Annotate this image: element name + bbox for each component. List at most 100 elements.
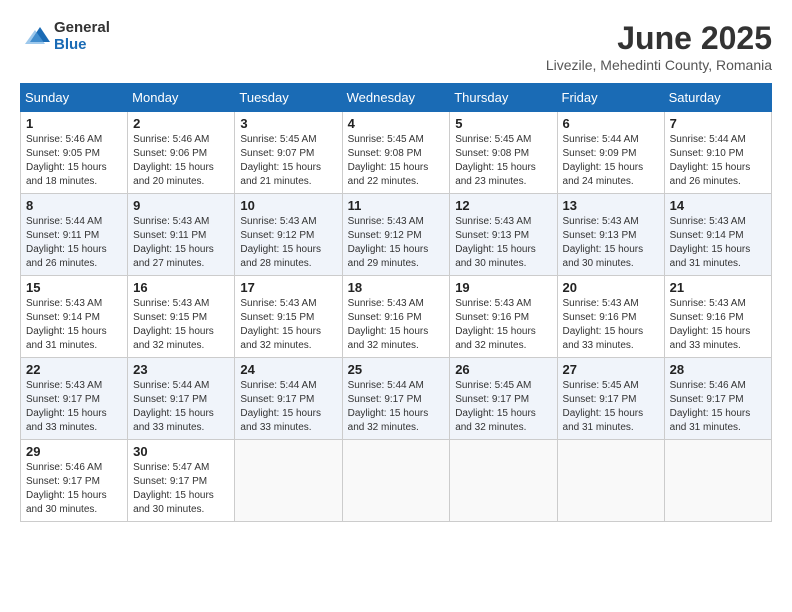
day-number: 4 bbox=[348, 116, 445, 131]
table-row: 8 Sunrise: 5:44 AMSunset: 9:11 PMDaylight… bbox=[21, 194, 128, 276]
day-number: 26 bbox=[455, 362, 551, 377]
day-info: Sunrise: 5:43 AMSunset: 9:16 PMDaylight:… bbox=[563, 297, 659, 353]
day-info: Sunrise: 5:43 AMSunset: 9:13 PMDaylight:… bbox=[455, 215, 551, 271]
day-number: 27 bbox=[563, 362, 659, 377]
day-info: Sunrise: 5:43 AMSunset: 9:11 PMDaylight:… bbox=[133, 215, 229, 271]
calendar-week-row: 22 Sunrise: 5:43 AMSunset: 9:17 PMDayligh… bbox=[21, 358, 772, 440]
day-info: Sunrise: 5:43 AMSunset: 9:14 PMDaylight:… bbox=[670, 215, 766, 271]
day-info: Sunrise: 5:44 AMSunset: 9:09 PMDaylight:… bbox=[563, 133, 659, 189]
table-row: 12Sunrise: 5:43 AMSunset: 9:13 PMDayligh… bbox=[450, 194, 557, 276]
table-row bbox=[235, 440, 342, 522]
table-row: 3 Sunrise: 5:45 AMSunset: 9:07 PMDaylight… bbox=[235, 112, 342, 194]
table-row bbox=[450, 440, 557, 522]
table-row: 2 Sunrise: 5:46 AMSunset: 9:06 PMDaylight… bbox=[128, 112, 235, 194]
day-number: 17 bbox=[240, 280, 336, 295]
col-sunday: Sunday bbox=[21, 84, 128, 112]
day-number: 29 bbox=[26, 444, 122, 459]
day-number: 8 bbox=[26, 198, 122, 213]
day-number: 23 bbox=[133, 362, 229, 377]
day-info: Sunrise: 5:44 AMSunset: 9:17 PMDaylight:… bbox=[240, 379, 336, 435]
day-number: 19 bbox=[455, 280, 551, 295]
table-row: 11 Sunrise: 5:43 AMSunset: 9:12 PMDayligh… bbox=[342, 194, 450, 276]
table-row: 5 Sunrise: 5:45 AMSunset: 9:08 PMDaylight… bbox=[450, 112, 557, 194]
day-info: Sunrise: 5:45 AMSunset: 9:17 PMDaylight:… bbox=[455, 379, 551, 435]
table-row bbox=[342, 440, 450, 522]
col-saturday: Saturday bbox=[664, 84, 771, 112]
table-row: 19Sunrise: 5:43 AMSunset: 9:16 PMDayligh… bbox=[450, 276, 557, 358]
table-row bbox=[664, 440, 771, 522]
day-number: 1 bbox=[26, 116, 122, 131]
table-row: 27 Sunrise: 5:45 AMSunset: 9:17 PMDayligh… bbox=[557, 358, 664, 440]
table-row: 13 Sunrise: 5:43 AMSunset: 9:13 PMDayligh… bbox=[557, 194, 664, 276]
day-info: Sunrise: 5:43 AMSunset: 9:13 PMDaylight:… bbox=[563, 215, 659, 271]
day-info: Sunrise: 5:44 AMSunset: 9:17 PMDaylight:… bbox=[133, 379, 229, 435]
day-info: Sunrise: 5:43 AMSunset: 9:12 PMDaylight:… bbox=[240, 215, 336, 271]
col-friday: Friday bbox=[557, 84, 664, 112]
day-info: Sunrise: 5:44 AMSunset: 9:11 PMDaylight:… bbox=[26, 215, 122, 271]
table-row: 17 Sunrise: 5:43 AMSunset: 9:15 PMDayligh… bbox=[235, 276, 342, 358]
calendar-week-row: 29Sunrise: 5:46 AMSunset: 9:17 PMDayligh… bbox=[21, 440, 772, 522]
day-info: Sunrise: 5:45 AMSunset: 9:17 PMDaylight:… bbox=[563, 379, 659, 435]
day-number: 9 bbox=[133, 198, 229, 213]
day-info: Sunrise: 5:43 AMSunset: 9:15 PMDaylight:… bbox=[133, 297, 229, 353]
table-row: 20 Sunrise: 5:43 AMSunset: 9:16 PMDayligh… bbox=[557, 276, 664, 358]
day-number: 13 bbox=[563, 198, 659, 213]
day-number: 10 bbox=[240, 198, 336, 213]
day-info: Sunrise: 5:43 AMSunset: 9:15 PMDaylight:… bbox=[240, 297, 336, 353]
day-info: Sunrise: 5:46 AMSunset: 9:05 PMDaylight:… bbox=[26, 133, 122, 189]
day-info: Sunrise: 5:43 AMSunset: 9:16 PMDaylight:… bbox=[670, 297, 766, 353]
day-number: 3 bbox=[240, 116, 336, 131]
day-number: 14 bbox=[670, 198, 766, 213]
day-number: 16 bbox=[133, 280, 229, 295]
table-row bbox=[557, 440, 664, 522]
table-row: 16 Sunrise: 5:43 AMSunset: 9:15 PMDayligh… bbox=[128, 276, 235, 358]
calendar-week-row: 1 Sunrise: 5:46 AMSunset: 9:05 PMDaylight… bbox=[21, 112, 772, 194]
day-info: Sunrise: 5:44 AMSunset: 9:17 PMDaylight:… bbox=[348, 379, 445, 435]
day-number: 20 bbox=[563, 280, 659, 295]
col-thursday: Thursday bbox=[450, 84, 557, 112]
day-number: 15 bbox=[26, 280, 122, 295]
table-row: 15 Sunrise: 5:43 AMSunset: 9:14 PMDayligh… bbox=[21, 276, 128, 358]
table-row: 1 Sunrise: 5:46 AMSunset: 9:05 PMDaylight… bbox=[21, 112, 128, 194]
table-row: 24 Sunrise: 5:44 AMSunset: 9:17 PMDayligh… bbox=[235, 358, 342, 440]
calendar-week-row: 8 Sunrise: 5:44 AMSunset: 9:11 PMDaylight… bbox=[21, 194, 772, 276]
table-row: 9 Sunrise: 5:43 AMSunset: 9:11 PMDaylight… bbox=[128, 194, 235, 276]
day-number: 2 bbox=[133, 116, 229, 131]
day-number: 5 bbox=[455, 116, 551, 131]
day-info: Sunrise: 5:45 AMSunset: 9:08 PMDaylight:… bbox=[455, 133, 551, 189]
table-row: 28 Sunrise: 5:46 AMSunset: 9:17 PMDayligh… bbox=[664, 358, 771, 440]
logo-general-text: General bbox=[54, 20, 110, 37]
table-row: 29Sunrise: 5:46 AMSunset: 9:17 PMDayligh… bbox=[21, 440, 128, 522]
table-row: 21 Sunrise: 5:43 AMSunset: 9:16 PMDayligh… bbox=[664, 276, 771, 358]
day-info: Sunrise: 5:43 AMSunset: 9:16 PMDaylight:… bbox=[348, 297, 445, 353]
day-number: 21 bbox=[670, 280, 766, 295]
day-info: Sunrise: 5:46 AMSunset: 9:06 PMDaylight:… bbox=[133, 133, 229, 189]
day-number: 24 bbox=[240, 362, 336, 377]
day-info: Sunrise: 5:46 AMSunset: 9:17 PMDaylight:… bbox=[670, 379, 766, 435]
title-section: June 2025 Livezile, Mehedinti County, Ro… bbox=[546, 20, 772, 73]
day-info: Sunrise: 5:44 AMSunset: 9:10 PMDaylight:… bbox=[670, 133, 766, 189]
day-info: Sunrise: 5:45 AMSunset: 9:08 PMDaylight:… bbox=[348, 133, 445, 189]
month-title: June 2025 bbox=[546, 20, 772, 57]
table-row: 23 Sunrise: 5:44 AMSunset: 9:17 PMDayligh… bbox=[128, 358, 235, 440]
day-number: 22 bbox=[26, 362, 122, 377]
day-info: Sunrise: 5:43 AMSunset: 9:17 PMDaylight:… bbox=[26, 379, 122, 435]
day-number: 7 bbox=[670, 116, 766, 131]
table-row: 14 Sunrise: 5:43 AMSunset: 9:14 PMDayligh… bbox=[664, 194, 771, 276]
day-number: 11 bbox=[348, 198, 445, 213]
day-number: 30 bbox=[133, 444, 229, 459]
day-number: 28 bbox=[670, 362, 766, 377]
day-info: Sunrise: 5:45 AMSunset: 9:07 PMDaylight:… bbox=[240, 133, 336, 189]
calendar-week-row: 15 Sunrise: 5:43 AMSunset: 9:14 PMDayligh… bbox=[21, 276, 772, 358]
col-tuesday: Tuesday bbox=[235, 84, 342, 112]
table-row: 25Sunrise: 5:44 AMSunset: 9:17 PMDayligh… bbox=[342, 358, 450, 440]
day-info: Sunrise: 5:43 AMSunset: 9:12 PMDaylight:… bbox=[348, 215, 445, 271]
col-wednesday: Wednesday bbox=[342, 84, 450, 112]
table-row: 7 Sunrise: 5:44 AMSunset: 9:10 PMDaylight… bbox=[664, 112, 771, 194]
day-info: Sunrise: 5:43 AMSunset: 9:14 PMDaylight:… bbox=[26, 297, 122, 353]
calendar-header-row: Sunday Monday Tuesday Wednesday Thursday… bbox=[21, 84, 772, 112]
table-row: 26 Sunrise: 5:45 AMSunset: 9:17 PMDayligh… bbox=[450, 358, 557, 440]
table-row: 4 Sunrise: 5:45 AMSunset: 9:08 PMDaylight… bbox=[342, 112, 450, 194]
location-text: Livezile, Mehedinti County, Romania bbox=[546, 57, 772, 73]
day-number: 6 bbox=[563, 116, 659, 131]
